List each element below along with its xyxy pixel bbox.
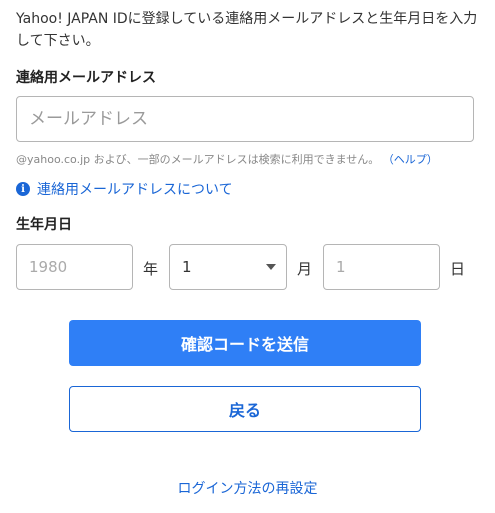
- chevron-down-icon: [266, 264, 276, 270]
- email-info-link[interactable]: i 連絡用メールアドレスについて: [16, 179, 233, 199]
- birth-day-container[interactable]: [323, 244, 440, 290]
- birth-month-select[interactable]: 1: [169, 244, 287, 290]
- reset-login-method-link[interactable]: ログイン方法の再設定: [0, 478, 495, 498]
- email-field-container[interactable]: [16, 96, 474, 142]
- birthdate-label: 生年月日: [16, 217, 72, 233]
- birth-day-input[interactable]: [324, 245, 439, 289]
- email-note-text: @yahoo.co.jp および、一部のメールアドレスは検索に利用できません。: [16, 153, 380, 166]
- intro-text: Yahoo! JAPAN IDに登録している連絡用メールアドレスと生年月日を入力…: [16, 11, 478, 49]
- help-link[interactable]: （ヘルプ）: [383, 153, 438, 166]
- back-button[interactable]: 戻る: [69, 386, 421, 432]
- info-icon: i: [16, 182, 30, 196]
- month-unit: 月: [297, 260, 313, 278]
- birth-month-value: 1: [182, 258, 192, 276]
- birth-year-container[interactable]: [16, 244, 133, 290]
- birth-year-input[interactable]: [17, 245, 132, 289]
- email-field[interactable]: [17, 97, 473, 141]
- email-note: @yahoo.co.jp および、一部のメールアドレスは検索に利用できません。 …: [16, 151, 438, 167]
- email-label: 連絡用メールアドレス: [16, 70, 156, 86]
- send-code-button[interactable]: 確認コードを送信: [69, 320, 421, 366]
- email-info-link-label: 連絡用メールアドレスについて: [37, 182, 233, 198]
- year-unit: 年: [143, 260, 159, 278]
- day-unit: 日: [450, 260, 466, 278]
